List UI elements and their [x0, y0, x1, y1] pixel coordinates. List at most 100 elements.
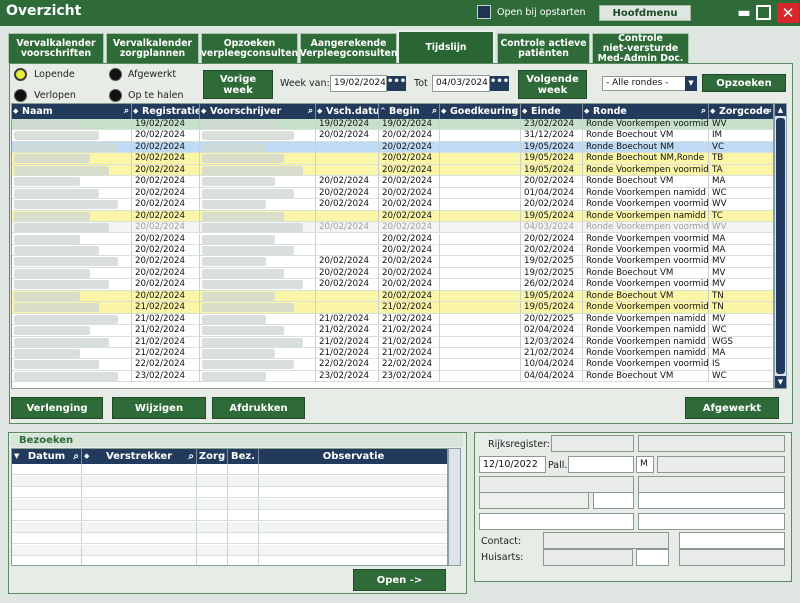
- print-button[interactable]: Afdrukken: [212, 397, 305, 419]
- search-icon[interactable]: ⌕: [73, 449, 79, 464]
- startup-checkbox[interactable]: [477, 5, 491, 19]
- visit-row[interactable]: [12, 533, 447, 545]
- week-to-picker-icon[interactable]: •••: [490, 76, 509, 91]
- edit-button[interactable]: Wijzigen: [112, 397, 206, 419]
- contact-field[interactable]: [543, 532, 669, 549]
- radio-afgewerkt[interactable]: [109, 68, 122, 81]
- extra-field[interactable]: [479, 513, 634, 530]
- table-row[interactable]: 20/02/2024 20/02/2024 20/02/2024 31/12/2024…: [12, 130, 773, 142]
- table-row[interactable]: 21/02/2024 21/02/2024 19/05/2024 Ronde Voor…: [12, 302, 773, 314]
- gender-field[interactable]: M: [636, 456, 654, 473]
- week-from-picker-icon[interactable]: •••: [387, 76, 406, 91]
- column-header-begin[interactable]: ^ Begin ⌕: [379, 104, 440, 119]
- patient-name-field[interactable]: [638, 435, 785, 452]
- search-icon[interactable]: ⌕: [432, 104, 437, 119]
- visit-row[interactable]: [12, 510, 447, 522]
- visit-row[interactable]: [12, 475, 447, 487]
- huisarts-field[interactable]: [543, 549, 633, 566]
- search-icon[interactable]: ⌕: [308, 104, 313, 119]
- table-row[interactable]: 20/02/2024 20/02/2024 19/05/2024 Ronde Boec…: [12, 290, 773, 303]
- table-row[interactable]: 20/02/2024 20/02/2024 20/02/2024 01/04/2024…: [12, 187, 773, 200]
- column-header-goedkeuring[interactable]: ◆ Goedkeuring ⌕: [440, 104, 521, 119]
- visits-column-observatie[interactable]: Observatie: [259, 449, 447, 464]
- tab-vervalkalender-zorgplannen[interactable]: Vervalkalender zorgplannen: [106, 33, 199, 63]
- maximize-icon[interactable]: [756, 5, 771, 20]
- tab-controle-med-admin[interactable]: Controle niet-versturde Med-Admin Doc.: [592, 33, 689, 63]
- table-row[interactable]: 21/02/2024 21/02/2024 21/02/2024 02/04/2024…: [12, 325, 773, 337]
- tab-tijdslijn[interactable]: Tijdslijn: [397, 30, 495, 64]
- table-row[interactable]: 20/02/2024 20/02/2024 20/02/2024 Ronde Voor…: [12, 244, 773, 257]
- address-field-2[interactable]: [638, 476, 785, 493]
- main-menu-button[interactable]: Hoofdmenu: [599, 5, 691, 21]
- contact-phone-field[interactable]: [679, 532, 785, 549]
- pall-field[interactable]: [568, 456, 634, 473]
- phone-field[interactable]: [638, 492, 785, 509]
- done-button[interactable]: Afgewerkt: [685, 397, 779, 419]
- search-icon[interactable]: ⌕: [513, 104, 518, 119]
- search-icon[interactable]: ⌕: [701, 104, 706, 119]
- tab-opzoeken-verpleegconsulten[interactable]: Opzoeken verpleegconsulten: [201, 33, 298, 63]
- table-row[interactable]: 20/02/2024 20/02/2024 20/02/2024 19/02/2025…: [12, 267, 773, 280]
- week-from-input[interactable]: 19/02/2024: [330, 75, 387, 92]
- visits-column-verstrekker[interactable]: ◆ Verstrekker ⌕: [82, 449, 197, 464]
- round-select[interactable]: - Alle rondes -: [602, 76, 686, 91]
- column-header-vsch-datum[interactable]: ◆Vsch.datum: [316, 104, 379, 119]
- week-to-input[interactable]: 04/03/2024: [432, 75, 490, 92]
- visit-row[interactable]: [12, 521, 447, 533]
- close-icon[interactable]: ✕: [777, 3, 799, 23]
- open-visit-button[interactable]: Open ->: [353, 569, 446, 591]
- radio-op-te-halen[interactable]: [109, 89, 122, 102]
- extra-field-2[interactable]: [638, 513, 785, 530]
- visits-column-zorg[interactable]: Zorg: [197, 449, 228, 464]
- column-header-einde[interactable]: ◆ Einde: [521, 104, 583, 119]
- table-row[interactable]: 20/02/2024 20/02/2024 19/05/2024 Ronde Voor…: [12, 164, 773, 177]
- search-button[interactable]: Opzoeken: [702, 74, 786, 92]
- scrollbar-thumb[interactable]: [776, 118, 785, 374]
- table-row[interactable]: 21/02/2024 21/02/2024 21/02/2024 21/02/2024…: [12, 348, 773, 360]
- postal-field[interactable]: [593, 492, 634, 509]
- table-row[interactable]: 20/02/2024 20/02/2024 20/02/2024 04/03/2024…: [12, 222, 773, 234]
- address-field[interactable]: [479, 476, 634, 493]
- visit-row[interactable]: [12, 487, 447, 499]
- table-row[interactable]: 20/02/2024 20/02/2024 19/05/2024 Ronde Boec…: [12, 153, 773, 165]
- search-icon[interactable]: ⌕: [124, 104, 129, 119]
- visits-scrollbar[interactable]: [448, 448, 461, 566]
- table-row[interactable]: 20/02/2024 20/02/2024 19/05/2024 Ronde Voor…: [12, 210, 773, 223]
- scroll-down-icon[interactable]: ▼: [775, 376, 786, 388]
- visit-row[interactable]: [12, 556, 447, 565]
- table-row[interactable]: 23/02/2024 23/02/2024 23/02/2024 04/04/2024…: [12, 370, 773, 383]
- column-header-zorgcode[interactable]: ◆ Zorgcode ⌕: [709, 104, 773, 119]
- table-row[interactable]: 20/02/2024 20/02/2024 20/02/2024 Ronde Voor…: [12, 233, 773, 245]
- extend-button[interactable]: Verlenging: [11, 397, 103, 419]
- next-week-button[interactable]: Volgende week: [518, 70, 587, 99]
- birth-date-field[interactable]: 12/10/2022: [479, 456, 546, 473]
- visit-row[interactable]: [12, 498, 447, 510]
- column-header-registratie[interactable]: ◆ Registratie: [132, 104, 200, 119]
- search-icon[interactable]: ⌕: [188, 449, 194, 464]
- huisarts-phone-field[interactable]: [679, 549, 785, 566]
- minimize-icon[interactable]: ▬: [735, 4, 753, 22]
- tab-aangerekende-verpleegconsulten[interactable]: Aangerekende Verpleegconsulten: [300, 33, 397, 63]
- table-row[interactable]: 20/02/2024 20/02/2024 20/02/2024 20/02/2024…: [12, 199, 773, 211]
- visit-row[interactable]: [12, 544, 447, 556]
- age-field[interactable]: [657, 456, 785, 473]
- city-field[interactable]: [479, 492, 589, 509]
- rijksregister-field[interactable]: [551, 435, 634, 452]
- table-row[interactable]: 20/02/2024 20/02/2024 20/02/2024 20/02/2024…: [12, 176, 773, 188]
- column-header-naam[interactable]: ◆ Naam ⌕: [12, 104, 132, 119]
- table-row[interactable]: 22/02/2024 22/02/2024 22/02/2024 10/04/2024…: [12, 359, 773, 371]
- table-row[interactable]: 19/02/2024 19/02/2024 19/02/2024 23/02/2024…: [12, 119, 773, 131]
- visits-column-datum[interactable]: ▼ Datum ⌕: [12, 449, 82, 464]
- column-header-ronde[interactable]: ◆ Ronde ⌕: [583, 104, 709, 119]
- huisarts-code-field[interactable]: [636, 549, 669, 566]
- table-row[interactable]: 21/02/2024 21/02/2024 21/02/2024 12/03/2024…: [12, 336, 773, 348]
- visit-row[interactable]: [12, 464, 447, 476]
- round-select-chevron-down-icon[interactable]: ▼: [685, 76, 697, 91]
- previous-week-button[interactable]: Vorige week: [203, 70, 273, 99]
- radio-verlopen[interactable]: [14, 89, 27, 102]
- table-row[interactable]: 20/02/2024 20/02/2024 20/02/2024 26/02/2024…: [12, 279, 773, 291]
- column-header-voorschrijver[interactable]: ◆ Voorschrijver ⌕: [200, 104, 316, 119]
- table-scrollbar[interactable]: ▲ ▼: [774, 103, 787, 389]
- search-icon[interactable]: ⌕: [767, 104, 772, 119]
- visits-column-bez[interactable]: Bez.: [228, 449, 259, 464]
